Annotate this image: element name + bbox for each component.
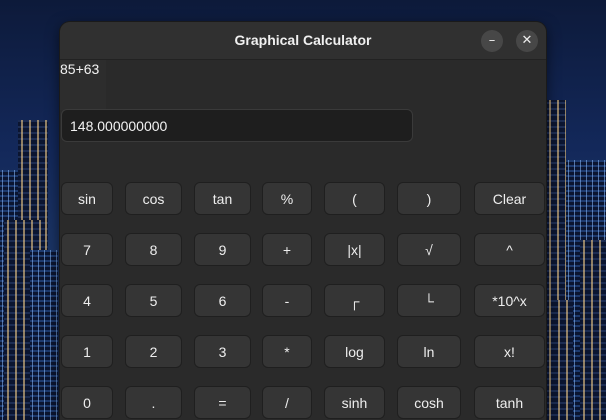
key-button[interactable]: 8 [125,233,182,266]
key-button[interactable]: / [262,386,312,419]
key-button[interactable]: ┌ [324,284,385,317]
key-button[interactable]: ln [397,335,461,368]
calculator-window: Graphical Calculator – ✕ 85+63 148.00000… [60,22,546,420]
expression-text: 85+63 [60,61,100,77]
key-button[interactable]: * [262,335,312,368]
key-button[interactable]: *10^x [474,284,545,317]
key-button[interactable]: |x| [324,233,385,266]
key-button[interactable]: = [194,386,251,419]
minimize-button[interactable]: – [481,30,503,52]
key-button[interactable]: Clear [474,182,545,215]
key-button[interactable]: 7 [61,233,113,266]
key-button[interactable]: 4 [61,284,113,317]
key-button[interactable]: tanh [474,386,545,419]
key-button[interactable]: + [262,233,312,266]
key-button[interactable]: sin [61,182,113,215]
key-button[interactable]: √ [397,233,461,266]
key-button[interactable]: - [262,284,312,317]
key-button[interactable]: . [125,386,182,419]
key-button[interactable]: x! [474,335,545,368]
key-button[interactable]: ^ [474,233,545,266]
window-title: Graphical Calculator [234,32,372,48]
key-button[interactable]: ) [397,182,461,215]
key-button[interactable]: sinh [324,386,385,419]
key-button[interactable]: ( [324,182,385,215]
key-button[interactable]: 2 [125,335,182,368]
key-button[interactable]: 1 [61,335,113,368]
result-field[interactable]: 148.000000000 [61,109,413,142]
calculator-body: 85+63 148.000000000 sin cos tan% () Clear 7 8 9… [60,60,546,420]
expression-area[interactable]: 85+63 [60,60,106,110]
close-button[interactable]: ✕ [516,30,538,52]
key-button[interactable]: log [324,335,385,368]
key-button[interactable]: % [262,182,312,215]
key-button[interactable]: 0 [61,386,113,419]
key-button[interactable]: tan [194,182,251,215]
key-button[interactable]: 6 [194,284,251,317]
key-button[interactable]: cosh [397,386,461,419]
key-button[interactable]: 5 [125,284,182,317]
title-bar[interactable]: Graphical Calculator – ✕ [60,22,546,60]
key-button[interactable]: cos [125,182,182,215]
key-button[interactable]: └ [397,284,461,317]
key-button[interactable]: 3 [194,335,251,368]
key-button[interactable]: 9 [194,233,251,266]
